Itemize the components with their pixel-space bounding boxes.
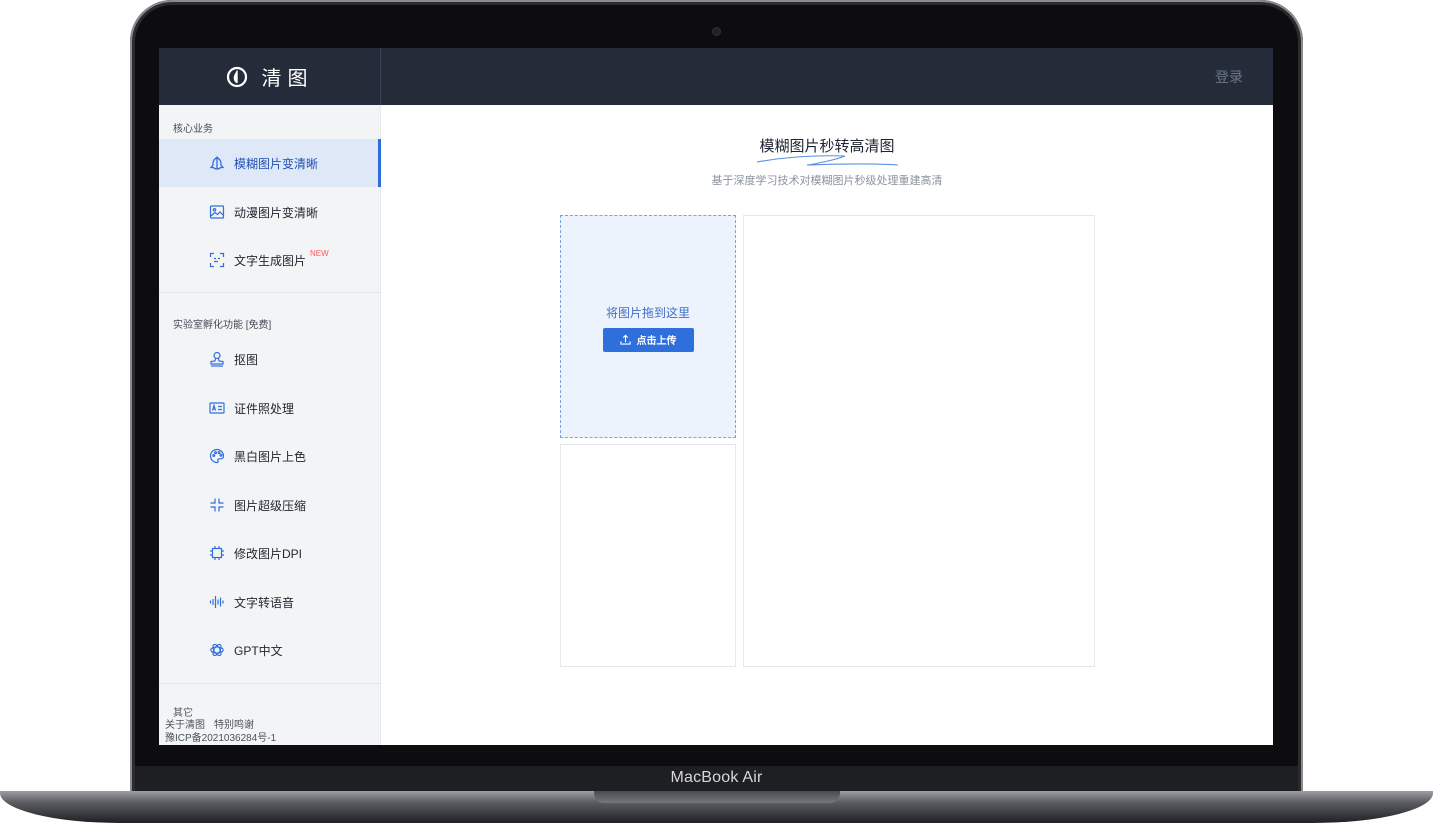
brand[interactable]: 清图 [159,48,381,105]
footer-links: 关于清图 特别鸣谢 [165,719,263,732]
section-title-core: 核心业务 [173,124,213,135]
about-link[interactable]: 关于清图 [165,720,205,731]
sidebar-item-label: 文字生成图片 [234,253,307,268]
sidebar: 核心业务 模糊图片变清晰 动漫图片变清晰 文字生成图片 NEW 实验室孵化功能 … [159,105,381,745]
sidebar-item-label: GPT中文 [234,643,283,658]
openai-icon [210,643,224,657]
sidebar-item-label: 抠图 [234,352,259,367]
sidebar-item-label: 黑白图片上色 [234,449,307,464]
sidebar-item-label: 证件照处理 [234,401,295,416]
waveform-icon [209,596,224,608]
drop-logo-icon [226,66,247,87]
sidebar-item-compress[interactable]: 图片超级压缩 [159,481,381,529]
chip-icon [210,546,224,560]
sidebar-divider [159,292,381,293]
sidebar-item-cutout[interactable]: 抠图 [159,335,381,383]
face-split-icon [209,156,225,170]
sidebar-item-label: 文字转语音 [234,595,295,610]
page-subtitle: 基于深度学习技术对模糊图片秒级处理重建高清 [711,175,943,187]
image-icon [209,205,225,219]
device-label: MacBook Air [670,769,763,786]
thanks-link[interactable]: 特别鸣谢 [214,720,254,731]
sidebar-item-gpt[interactable]: GPT中文 [159,626,381,674]
new-badge: NEW [310,248,329,258]
sidebar-item-label: 修改图片DPI [234,546,303,561]
title-underline-swoosh [756,155,899,166]
app-window: 清图 登录 核心业务 模糊图片变清晰 动漫图片变清晰 文字生成图片 NEW 实验… [159,48,1273,745]
upload-button-label: 点击上传 [636,336,677,347]
camera-icon [713,28,720,35]
palette-icon [209,448,225,464]
drop-hint: 将图片拖到这里 [605,305,690,320]
sidebar-item-label: 动漫图片变清晰 [234,205,319,220]
sidebar-item-dpi[interactable]: 修改图片DPI [159,529,381,577]
sidebar-item-label: 图片超级压缩 [234,498,307,513]
sidebar-item-anime[interactable]: 动漫图片变清晰 [159,188,381,236]
icp-record[interactable]: 豫ICP备2021036284号-1 [165,732,276,745]
sidebar-item-tts[interactable]: 文字转语音 [159,578,381,626]
sidebar-item-id-photo[interactable]: 证件照处理 [159,384,381,432]
sidebar-item-label: 模糊图片变清晰 [234,156,319,171]
brand-name: 清图 [261,66,314,90]
original-preview-panel [560,444,736,667]
sidebar-item-colorize[interactable]: 黑白图片上色 [159,432,381,480]
result-preview-panel [743,215,1095,667]
upload-button[interactable]: 点击上传 [602,327,694,352]
top-bar: 清图 登录 [159,48,1273,105]
scan-text-icon [209,252,225,268]
section-title-lab: 实验室孵化功能 [免费] [173,320,272,331]
sidebar-divider [159,683,381,684]
sidebar-item-deblur[interactable]: 模糊图片变清晰 [159,139,381,187]
laptop-notch [594,791,840,803]
sidebar-item-text-to-image[interactable]: 文字生成图片 NEW [159,236,381,284]
upload-icon [619,334,631,345]
login-link[interactable]: 登录 [1215,67,1243,87]
compress-icon [210,498,224,512]
id-card-icon [209,402,225,414]
stamp-icon [210,351,224,367]
upload-dropzone[interactable]: 将图片拖到这里 点击上传 [560,215,736,438]
